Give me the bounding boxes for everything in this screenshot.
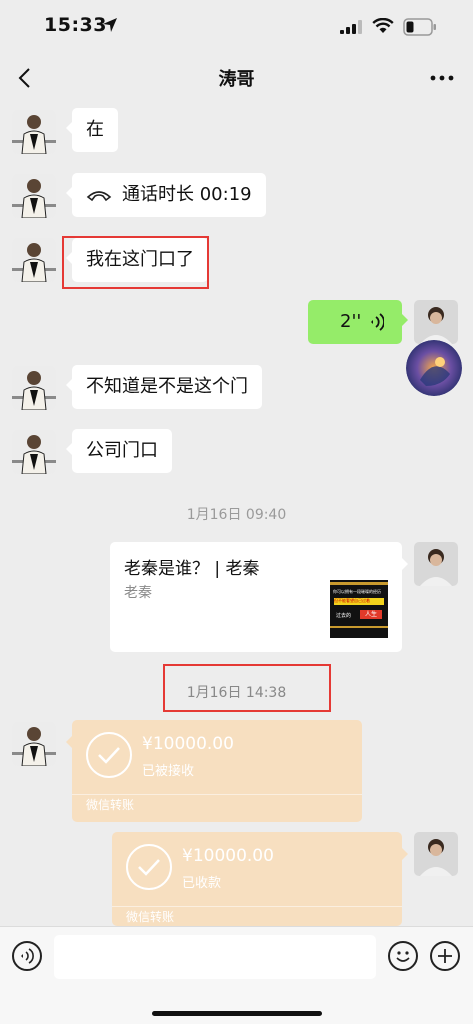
emoji-button[interactable] bbox=[388, 941, 418, 971]
link-card[interactable]: 老秦是谁？ | 老秦 老秦 你可以拥有一段璀璨的经历 但不能奢望自己过着 过去的… bbox=[110, 542, 408, 652]
call-record-bubble[interactable]: 通话时长 00:19 bbox=[66, 173, 266, 217]
contact-avatar[interactable] bbox=[12, 722, 56, 766]
transfer-status: 已被接收 bbox=[142, 764, 195, 779]
cellular-signal-icon bbox=[340, 20, 362, 34]
game-character-avatar[interactable] bbox=[406, 340, 462, 396]
call-duration-text: 通话时长 00:19 bbox=[122, 184, 252, 205]
battery-icon bbox=[403, 18, 436, 36]
my-avatar[interactable] bbox=[414, 542, 458, 586]
contact-avatar[interactable] bbox=[12, 366, 56, 410]
more-options-icon[interactable] bbox=[430, 74, 454, 82]
message-bubble[interactable]: 公司门口 bbox=[66, 429, 172, 473]
voice-icon bbox=[21, 948, 34, 964]
smiley-icon bbox=[396, 951, 410, 962]
contact-avatar[interactable] bbox=[12, 430, 56, 474]
highlight-box bbox=[163, 664, 331, 712]
status-bar: 15:33 bbox=[0, 0, 473, 56]
voice-wave-icon bbox=[371, 313, 384, 331]
location-arrow-icon bbox=[103, 18, 117, 32]
timestamp: 1月16日 09:40 bbox=[186, 507, 287, 523]
thumb-text: 你可以拥有一段璀璨的经历 bbox=[333, 589, 381, 594]
phone-icon bbox=[86, 191, 112, 202]
home-indicator bbox=[152, 1011, 322, 1016]
divider bbox=[112, 906, 402, 907]
check-circle-icon bbox=[126, 844, 172, 890]
status-time: 15:33 bbox=[44, 14, 107, 36]
message-text: 在 bbox=[86, 119, 104, 140]
message-text: 不知道是不是这个门 bbox=[86, 376, 248, 397]
plus-icon bbox=[438, 949, 452, 963]
contact-avatar[interactable] bbox=[12, 238, 56, 282]
voice-duration: 2'' bbox=[340, 311, 362, 332]
thumb-text: 过去的 bbox=[336, 613, 352, 619]
my-avatar[interactable] bbox=[414, 832, 458, 876]
nav-bar: 涛哥 bbox=[0, 56, 473, 100]
transfer-amount: ¥10000.00 bbox=[142, 734, 234, 754]
my-avatar[interactable] bbox=[414, 300, 458, 344]
voice-message-bubble[interactable]: 2'' bbox=[308, 300, 408, 344]
transfer-status: 已收款 bbox=[182, 876, 222, 891]
highlight-box bbox=[62, 236, 209, 289]
input-bar bbox=[0, 926, 473, 1024]
voice-input-button[interactable] bbox=[12, 941, 42, 971]
check-circle-icon bbox=[86, 732, 132, 778]
wifi-icon bbox=[372, 18, 394, 33]
divider bbox=[72, 794, 362, 795]
transfer-card[interactable]: ¥10000.00 已被接收 微信转账 bbox=[66, 720, 362, 822]
link-source: 老秦 bbox=[124, 585, 152, 601]
transfer-brand: 微信转账 bbox=[126, 910, 175, 924]
link-thumbnail: 你可以拥有一段璀璨的经历 但不能奢望自己过着 过去的 人生 bbox=[330, 580, 388, 638]
message-bubble[interactable]: 不知道是不是这个门 bbox=[66, 365, 262, 409]
contact-avatar[interactable] bbox=[12, 110, 56, 154]
more-functions-button[interactable] bbox=[430, 941, 460, 971]
message-bubble[interactable]: 在 bbox=[66, 108, 118, 152]
transfer-amount: ¥10000.00 bbox=[182, 846, 274, 866]
contact-avatar[interactable] bbox=[12, 174, 56, 218]
message-text: 公司门口 bbox=[86, 440, 158, 461]
message-input[interactable] bbox=[54, 935, 376, 979]
thumb-text: 但不能奢望自己过着 bbox=[334, 598, 384, 605]
thumb-text: 人生 bbox=[360, 610, 382, 619]
transfer-brand: 微信转账 bbox=[86, 798, 135, 812]
chat-title: 涛哥 bbox=[218, 69, 255, 90]
transfer-card[interactable]: ¥10000.00 已收款 微信转账 bbox=[112, 832, 408, 926]
link-title: 老秦是谁？ | 老秦 bbox=[124, 559, 260, 579]
